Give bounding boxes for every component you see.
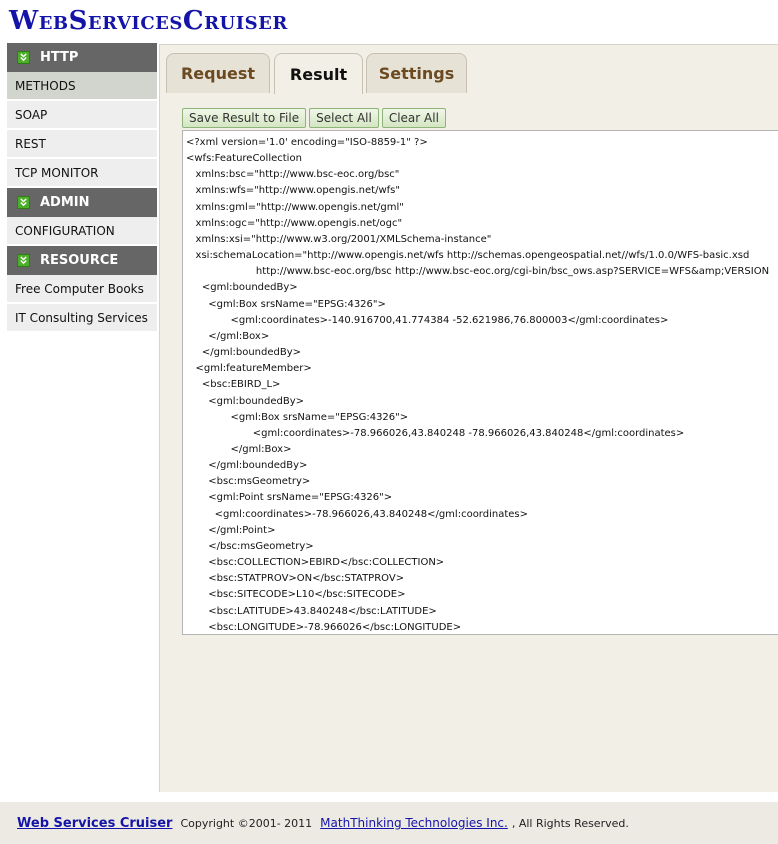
sidebar-section-resource[interactable]: RESOURCE [7, 246, 157, 275]
sidebar-item-soap[interactable]: SOAP [7, 101, 157, 128]
sidebar-section-label: HTTP [40, 50, 79, 65]
arrow-down-icon [17, 196, 30, 209]
footer-rights: , All Rights Reserved. [511, 816, 629, 830]
arrow-down-icon [17, 51, 30, 64]
main-panel: Request Result Settings Save Result to F… [159, 44, 778, 792]
sidebar-item-configuration[interactable]: CONFIGURATION [7, 217, 157, 244]
sidebar-section-label: RESOURCE [40, 253, 119, 268]
sidebar-item-rest[interactable]: REST [7, 130, 157, 157]
sidebar-section-label: ADMIN [40, 195, 90, 210]
sidebar-item-it-consulting[interactable]: IT Consulting Services [7, 304, 157, 331]
tab-result[interactable]: Result [274, 53, 363, 94]
sidebar-section-admin[interactable]: ADMIN [7, 188, 157, 217]
sidebar-item-tcp-monitor[interactable]: TCP MONITOR [7, 159, 157, 186]
sidebar: HTTP METHODS SOAP REST TCP MONITOR ADMIN… [7, 43, 157, 331]
tab-request[interactable]: Request [166, 53, 270, 93]
footer-copyright: Copyright ©2001- 2011 [180, 816, 313, 830]
arrow-down-icon [17, 254, 30, 267]
sidebar-item-free-computer-books[interactable]: Free Computer Books [7, 275, 157, 302]
save-result-button[interactable]: Save Result to File [182, 108, 307, 128]
result-xml-text: <?xml version='1.0' encoding="ISO-8859-1… [186, 137, 770, 633]
footer: Web Services Cruiser Copyright ©2001- 20… [0, 802, 778, 844]
tab-bar: Request Result Settings [160, 45, 778, 94]
tab-settings[interactable]: Settings [366, 53, 467, 93]
result-textarea[interactable]: <?xml version='1.0' encoding="ISO-8859-1… [182, 130, 778, 635]
footer-company-link[interactable]: MathThinking Technologies Inc. [320, 816, 508, 830]
result-toolbar: Save Result to File Select All Clear All [182, 108, 446, 128]
footer-brand-link[interactable]: Web Services Cruiser [17, 816, 172, 831]
app-logo[interactable]: WebServicesCruiser [9, 6, 288, 36]
sidebar-item-methods[interactable]: METHODS [7, 72, 157, 99]
sidebar-section-http[interactable]: HTTP [7, 43, 157, 72]
clear-all-button[interactable]: Clear All [381, 108, 446, 128]
select-all-button[interactable]: Select All [309, 108, 379, 128]
